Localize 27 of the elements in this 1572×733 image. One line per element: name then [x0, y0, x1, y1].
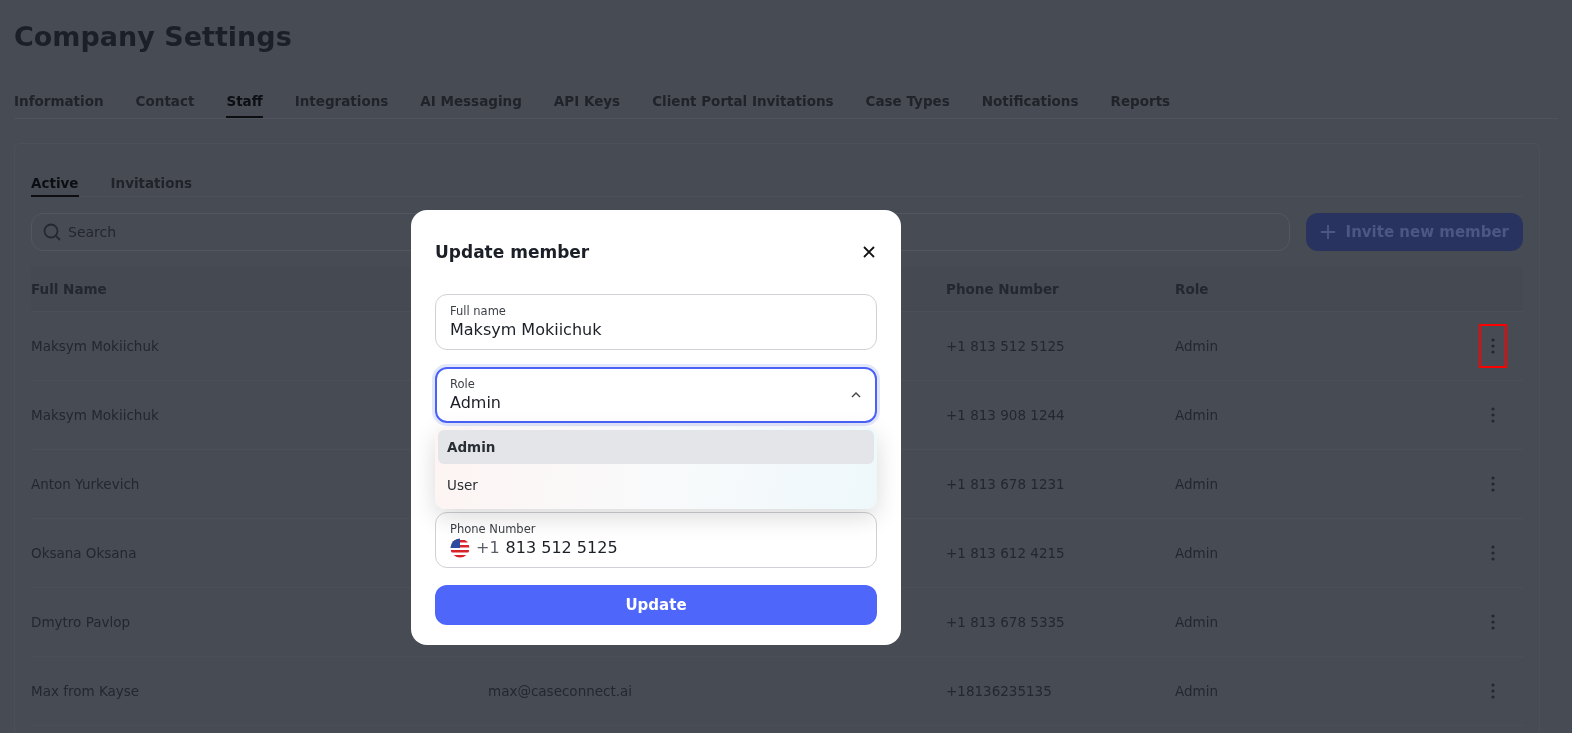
field-label: Full name — [450, 303, 507, 319]
more-vertical-icon — [1491, 545, 1495, 561]
close-icon — [861, 244, 877, 260]
search-icon — [43, 223, 61, 241]
more-vertical-icon — [1491, 614, 1495, 630]
more-vertical-icon — [1491, 683, 1495, 699]
settings-tab[interactable]: Staff — [226, 78, 263, 118]
plus-icon — [1319, 224, 1336, 240]
full-name-field[interactable]: Full name Maksym Mokiichuk — [435, 294, 877, 350]
more-vertical-icon — [1491, 338, 1495, 354]
more-vertical-icon — [1491, 407, 1495, 423]
modal-title: Update member — [435, 242, 590, 262]
field-label: Role — [450, 376, 476, 392]
more-vertical-icon — [1491, 476, 1495, 492]
phone-field[interactable]: Phone Number +1 813 512 5125 — [435, 512, 877, 568]
more-options-button[interactable] — [1479, 324, 1507, 368]
field-value: Maksym Mokiichuk — [450, 318, 603, 341]
country-code: +1 — [476, 536, 500, 559]
update-button[interactable]: Update — [435, 585, 877, 625]
dropdown-option[interactable]: User — [438, 468, 874, 502]
field-label: Phone Number — [450, 521, 537, 537]
field-value: 813 512 5125 — [505, 536, 618, 559]
member-list-tab[interactable]: Active — [31, 158, 79, 197]
dropdown-option[interactable]: Admin — [438, 430, 874, 464]
field-value: Admin — [450, 391, 502, 414]
close-button[interactable] — [861, 244, 877, 260]
flag-icon — [450, 537, 470, 558]
